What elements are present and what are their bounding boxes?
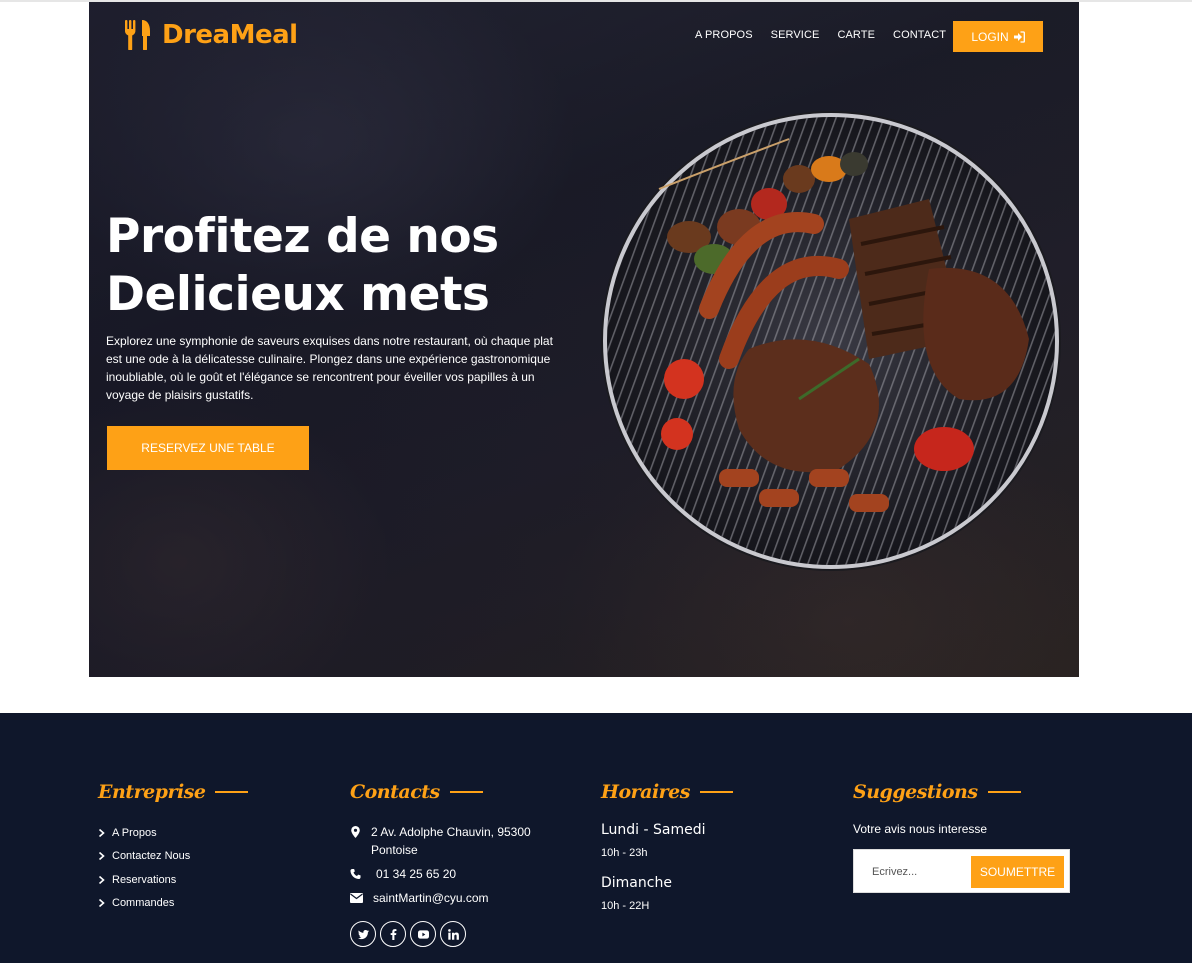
footer-link-label: Reservations [112,873,177,886]
footer-link-contactez-nous[interactable]: Contactez Nous [98,845,248,869]
entreprise-title: Entreprise [98,781,249,803]
hero-section: DreaMeal A PROPOS SERVICE CARTE CONTACT … [89,2,1079,677]
grilled-meat-barbecue-image [601,111,1061,571]
hero-title: Profitez de nos Delicieux mets [106,208,576,324]
title-rule [215,791,249,793]
nav-item-service[interactable]: SERVICE [771,29,820,41]
horaires-title: Horaires [601,781,733,803]
sign-in-icon [1013,30,1025,43]
nav-item-contact[interactable]: CONTACT [893,29,946,41]
footer-col-suggestions: Suggestions Votre avis nous interesse SO… [853,781,1070,893]
footer-col-horaires: Horaires Lundi - Samedi 10h - 23h Dimanc… [601,781,733,912]
hero-title-line1: Profitez de nos [106,209,499,264]
brand-logo[interactable]: DreaMeal [124,20,298,50]
entreprise-title-text: Entreprise [98,781,206,803]
hero-title-line2: Delicieux mets [106,267,490,322]
youtube-icon [417,929,429,939]
main-nav: A PROPOS SERVICE CARTE CONTACT [695,29,964,41]
suggestions-title: Suggestions [853,781,1070,803]
twitter-button[interactable] [350,921,376,947]
footer-link-label: A Propos [112,826,157,839]
linkedin-icon [447,928,459,940]
suggestion-input[interactable] [864,856,964,888]
phone-icon [350,868,361,880]
footer-col-contacts: Contacts 2 Av. Adolphe Chauvin, 95300 Po… [350,781,550,947]
submit-suggestion-button[interactable]: SOUMETTRE [971,856,1064,888]
facebook-button[interactable] [380,921,406,947]
brand-name: DreaMeal [162,20,298,50]
utensils-icon [125,20,150,50]
contact-email: saintMartin@cyu.com [350,889,550,907]
title-rule [987,791,1021,793]
facebook-icon [390,928,396,940]
contact-phone: 01 34 25 65 20 [350,865,550,883]
chevron-right-icon [98,899,105,908]
footer-col-entreprise: Entreprise A Propos Contactez Nous Reser… [98,781,249,915]
footer-link-label: Contactez Nous [112,850,191,863]
hours-time-sunday: 10h - 22H [601,900,650,912]
nav-item-a-propos[interactable]: A PROPOS [695,29,753,41]
chevron-right-icon [98,852,105,861]
nav-item-carte[interactable]: CARTE [837,29,875,41]
contacts-title-text: Contacts [350,781,440,803]
contact-address: 2 Av. Adolphe Chauvin, 95300 Pontoise [350,823,550,859]
chevron-right-icon [98,828,105,837]
contact-address-text: 2 Av. Adolphe Chauvin, 95300 Pontoise [371,825,531,857]
horaires-title-text: Horaires [601,781,690,803]
footer-link-a-propos[interactable]: A Propos [98,821,248,845]
footer-link-reservations[interactable]: Reservations [98,868,248,892]
footer-link-commandes[interactable]: Commandes [98,892,248,916]
title-rule [449,791,483,793]
suggestions-text: Votre avis nous interesse [853,822,988,836]
hours-time-weekdays: 10h - 23h [601,847,648,859]
social-links [350,921,550,947]
contacts-title: Contacts [350,781,550,803]
envelope-icon [350,893,363,903]
login-button[interactable]: LOGIN [953,21,1043,52]
footer-link-label: Commandes [112,897,175,910]
linkedin-button[interactable] [440,921,466,947]
map-marker-icon [351,826,360,838]
twitter-icon [357,929,369,939]
hours-day-weekdays: Lundi - Samedi [601,822,706,838]
site-footer: Entreprise A Propos Contactez Nous Reser… [0,713,1192,963]
hero-description: Explorez une symphonie de saveurs exquis… [106,334,553,402]
contact-email-text: saintMartin@cyu.com [373,891,489,905]
contact-phone-text: 01 34 25 65 20 [376,867,457,881]
reserve-table-button[interactable]: RESERVEZ UNE TABLE [107,426,309,470]
chevron-right-icon [98,875,105,884]
hours-day-sunday: Dimanche [601,875,672,891]
title-rule [699,791,733,793]
login-label: LOGIN [971,29,1009,44]
youtube-button[interactable] [410,921,436,947]
entreprise-links: A Propos Contactez Nous Reservations Com… [98,821,248,915]
suggestions-title-text: Suggestions [853,781,978,803]
suggestion-form: SOUMETTRE [853,849,1070,893]
